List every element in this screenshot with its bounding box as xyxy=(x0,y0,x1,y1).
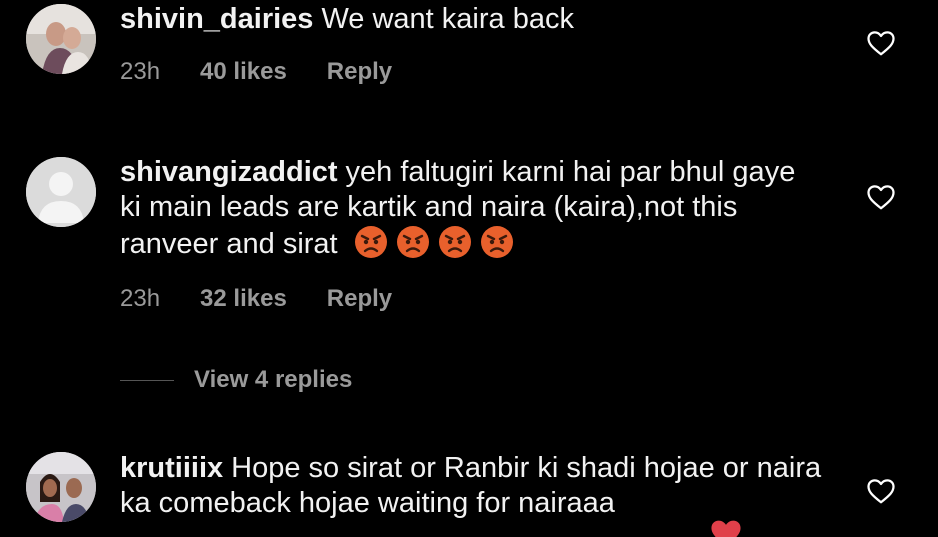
comment-body: Hope so sirat or Ranbir ki shadi hojae o… xyxy=(120,452,822,519)
avatar-photo xyxy=(26,452,96,522)
red-heart-icon xyxy=(708,517,744,537)
comment-username[interactable]: krutiiiix xyxy=(120,452,223,484)
avatar[interactable] xyxy=(26,452,96,522)
heart-icon[interactable] xyxy=(866,477,896,505)
comment-item: krutiiiix Hope so sirat or Ranbir ki shad… xyxy=(0,0,938,537)
comment-text: krutiiiix Hope so sirat or Ranbir ki shad… xyxy=(120,451,840,521)
